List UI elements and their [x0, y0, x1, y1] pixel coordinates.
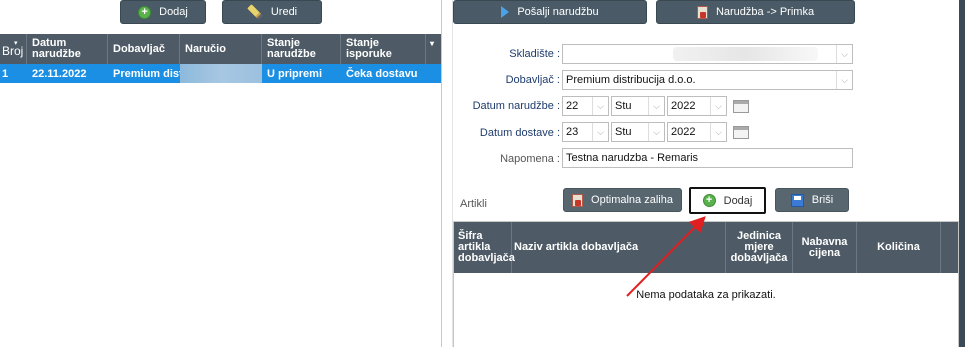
optimal-stock-button[interactable]: Optimalna zaliha — [563, 188, 682, 212]
delivery-date-year-select[interactable]: 2022 ⌵ — [667, 122, 727, 142]
purchase-order-screen: + Dodaj Uredi Pošalji narudžbu Narudžba … — [0, 0, 965, 347]
column-broj[interactable]: ▾ Broj — [0, 34, 27, 64]
chevron-down-icon: ⌵ — [710, 97, 726, 115]
column-stanje-isporuke[interactable]: Stanje isporuke — [341, 34, 426, 64]
document-icon — [572, 193, 584, 207]
table-row[interactable]: 1 22.11.2022 Premium dist... U pripremi … — [0, 64, 441, 83]
delivery-date-day-select[interactable]: 23 ⌵ — [562, 122, 609, 142]
column-dobavljac[interactable]: Dobavljač — [108, 34, 180, 64]
chevron-down-icon: ⌵ — [836, 71, 852, 89]
plus-icon: + — [138, 5, 152, 19]
cell-stanje-isporuke: Čeka dostavu — [346, 67, 418, 80]
column-kolicina[interactable]: Količina — [857, 222, 941, 273]
chevron-down-icon: ⌵ — [648, 97, 664, 115]
column-datum-narudzbe[interactable]: Datum narudžbe — [27, 34, 108, 64]
column-jedinica-mjere[interactable]: Jedinica mjere dobavljača — [726, 222, 793, 273]
column-nabavna-cijena[interactable]: Nabavna cijena — [793, 222, 857, 273]
calendar-icon[interactable] — [733, 126, 749, 139]
orders-grid-header: ▾ Broj Datum narudžbe Dobavljač Naručio … — [0, 34, 441, 64]
delivery-date-label: Datum dostave : — [479, 127, 560, 139]
chevron-down-icon: ⌵ — [648, 123, 664, 141]
chevron-down-icon: ⌵ — [592, 97, 608, 115]
warehouse-select[interactable]: ⌵ — [562, 44, 853, 64]
chevron-down-icon: ⌵ — [710, 123, 726, 141]
order-date-label: Datum narudžbe : — [472, 100, 560, 112]
order-date-month-select[interactable]: Stu ⌵ — [611, 96, 665, 116]
document-icon — [696, 5, 708, 19]
order-date-day-select[interactable]: 22 ⌵ — [562, 96, 609, 116]
supplier-label: Dobavljač : — [505, 74, 560, 86]
chevron-down-icon: ⌵ — [836, 45, 852, 63]
cell-dobavljac: Premium dist... — [113, 67, 180, 80]
order-to-receipt-button[interactable]: Narudžba -> Primka — [656, 0, 855, 24]
plus-icon: + — [702, 194, 716, 207]
cell-narucio-redacted — [180, 64, 262, 83]
note-input[interactable]: Testna narudzba - Remaris — [562, 148, 853, 168]
column-menu-chevron-icon[interactable]: ▾ — [426, 34, 441, 64]
column-sifra[interactable]: Šifra artikla dobavljača — [454, 222, 515, 273]
cell-broj: 1 — [2, 67, 9, 80]
column-stanje-narudzbe[interactable]: Stanje narudžbe — [262, 34, 341, 64]
articles-section-label: Artikli — [460, 198, 487, 210]
supplier-select[interactable]: Premium distribucija d.o.o. ⌵ — [562, 70, 853, 90]
column-filler — [941, 222, 958, 273]
add-article-button[interactable]: + Dodaj — [689, 187, 766, 214]
add-order-button[interactable]: + Dodaj — [120, 0, 206, 24]
chevron-down-icon: ⌵ — [592, 123, 608, 141]
column-narucio[interactable]: Naručio — [180, 34, 262, 64]
warehouse-label: Skladište : — [509, 48, 560, 60]
note-label: Napomena : — [500, 153, 560, 165]
delete-article-button[interactable]: Briši — [775, 188, 849, 212]
articles-table: Šifra artikla dobavljača Naziv artikla d… — [453, 221, 959, 347]
calendar-icon[interactable] — [733, 100, 749, 113]
cell-datum: 22.11.2022 — [32, 67, 87, 80]
redacted-value — [673, 47, 818, 61]
delivery-date-month-select[interactable]: Stu ⌵ — [611, 122, 665, 142]
articles-table-header: Šifra artikla dobavljača Naziv artikla d… — [454, 222, 958, 273]
send-arrow-icon — [501, 6, 510, 18]
save-icon — [790, 193, 804, 207]
panel-splitter[interactable] — [441, 0, 453, 347]
window-edge-bar — [959, 0, 965, 347]
order-date-year-select[interactable]: 2022 ⌵ — [667, 96, 727, 116]
pencil-icon — [247, 4, 263, 20]
cell-stanje-narudzbe: U pripremi — [267, 67, 323, 80]
empty-message: Nema podataka za prikazati. — [636, 289, 776, 301]
column-naziv[interactable]: Naziv artikla dobavljača — [512, 222, 726, 273]
send-order-button[interactable]: Pošalji narudžbu — [453, 0, 647, 24]
edit-order-button[interactable]: Uredi — [222, 0, 322, 24]
